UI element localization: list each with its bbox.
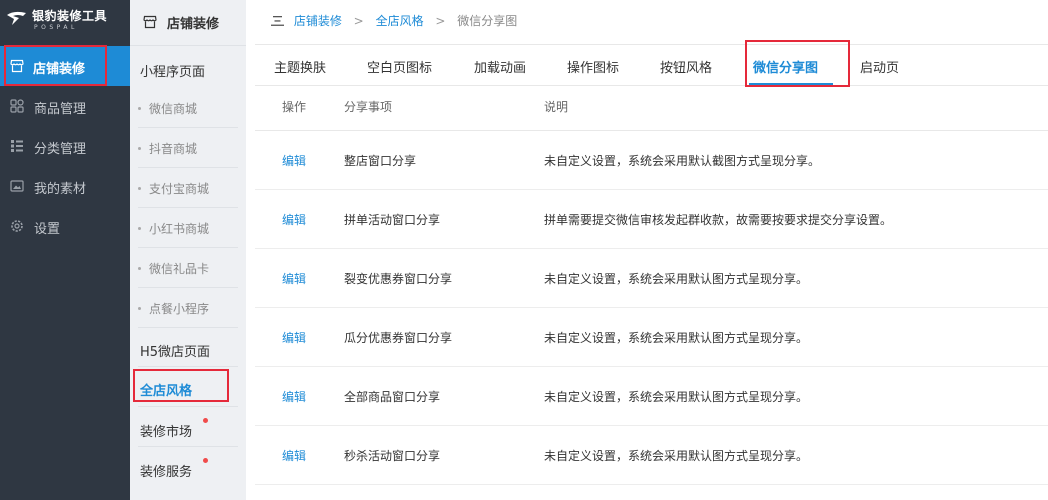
submenu-item-wechat-giftcard[interactable]: 微信礼品卡 — [138, 260, 209, 277]
tab-launch-page[interactable]: 启动页 — [860, 57, 899, 76]
sidebar-item-label: 分类管理 — [34, 142, 87, 157]
breadcrumb-separator: > — [435, 14, 446, 28]
share-description: 未自定义设置，系统会采用默认截图方式呈现分享。 — [544, 154, 821, 168]
sidebar-item-categories[interactable]: 分类管理 — [0, 126, 130, 166]
column-header-share-item: 分享事项 — [344, 100, 393, 114]
store-icon — [10, 59, 24, 73]
column-header-description: 说明 — [544, 100, 569, 114]
image-icon — [10, 180, 24, 192]
table-row: 编辑 裂变优惠券窗口分享 未自定义设置，系统会采用默认图方式呈现分享。 — [255, 249, 1048, 308]
breadcrumb-current: 微信分享图 — [457, 14, 518, 28]
table-row: 编辑 秒杀活动窗口分享 未自定义设置，系统会采用默认图方式呈现分享。 — [255, 426, 1048, 485]
logo-name: 银豹装修工具 — [32, 9, 108, 23]
secondary-menu-header: 店铺装修 — [130, 0, 246, 46]
sidebar-item-materials[interactable]: 我的素材 — [0, 166, 130, 206]
new-badge — [203, 418, 208, 423]
submenu-group-miniprogram[interactable]: 小程序页面 — [140, 61, 205, 80]
sidebar-item-products[interactable]: 商品管理 — [0, 86, 130, 126]
share-item: 裂变优惠券窗口分享 — [344, 272, 453, 286]
submenu-decoration-service[interactable]: 装修服务 — [140, 461, 192, 480]
edit-link[interactable]: 编辑 — [282, 270, 306, 287]
secondary-menu-title: 店铺装修 — [167, 17, 220, 32]
submenu-item-alipay-mall[interactable]: 支付宝商城 — [138, 180, 209, 197]
main-content: 店铺装修 > 全店风格 > 微信分享图 主题换肤 空白页图标 加载动画 操作图标… — [255, 0, 1048, 500]
submenu-group-h5[interactable]: H5微店页面 — [140, 341, 210, 360]
table-row: 编辑 瓜分优惠券窗口分享 未自定义设置，系统会采用默认图方式呈现分享。 — [255, 308, 1048, 367]
share-item: 瓜分优惠券窗口分享 — [344, 331, 453, 345]
main-sidebar: 银豹装修工具 POSPAL 店铺装修 商品管理 分类管理 我的素材 设置 — [0, 0, 130, 500]
sidebar-item-label: 店铺装修 — [33, 62, 86, 77]
share-description: 未自定义设置，系统会采用默认图方式呈现分享。 — [544, 449, 809, 463]
share-item: 全部商品窗口分享 — [344, 390, 441, 404]
active-tab-indicator — [749, 83, 833, 86]
tab-loading-animation[interactable]: 加载动画 — [474, 57, 526, 76]
table-row: 编辑 整店窗口分享 未自定义设置，系统会采用默认截图方式呈现分享。 — [255, 131, 1048, 190]
edit-link[interactable]: 编辑 — [282, 388, 306, 405]
list-icon — [11, 140, 23, 152]
tab-empty-page-icon[interactable]: 空白页图标 — [367, 57, 432, 76]
share-description: 未自定义设置，系统会采用默认图方式呈现分享。 — [544, 272, 809, 286]
submenu-item-douyin-mall[interactable]: 抖音商城 — [138, 140, 197, 157]
breadcrumb-separator: > — [353, 14, 364, 28]
submenu-item-ordering-miniprogram[interactable]: 点餐小程序 — [138, 300, 209, 317]
submenu-item-wechat-mall[interactable]: 微信商城 — [138, 100, 197, 117]
breadcrumb: 店铺装修 > 全店风格 > 微信分享图 — [271, 12, 517, 29]
gear-icon — [11, 220, 23, 232]
edit-link[interactable]: 编辑 — [282, 152, 306, 169]
edit-link[interactable]: 编辑 — [282, 211, 306, 228]
menu-icon[interactable] — [271, 15, 284, 26]
logo: 银豹装修工具 POSPAL — [0, 0, 130, 42]
new-badge — [203, 458, 208, 463]
tab-button-style[interactable]: 按钮风格 — [660, 57, 712, 76]
breadcrumb-store-style[interactable]: 全店风格 — [376, 14, 424, 28]
share-item: 秒杀活动窗口分享 — [344, 449, 441, 463]
sidebar-item-label: 商品管理 — [34, 102, 87, 117]
table-row: 编辑 拼单活动窗口分享 拼单需要提交微信审核发起群收款，故需要按要求提交分享设置… — [255, 190, 1048, 249]
edit-link[interactable]: 编辑 — [282, 447, 306, 464]
sidebar-item-label: 我的素材 — [34, 182, 87, 197]
tab-theme-skin[interactable]: 主题换肤 — [274, 57, 326, 76]
leopard-logo-icon — [7, 11, 26, 25]
style-tabs: 主题换肤 空白页图标 加载动画 操作图标 按钮风格 微信分享图 启动页 — [255, 44, 1048, 86]
share-description: 拼单需要提交微信审核发起群收款，故需要按要求提交分享设置。 — [544, 213, 893, 227]
tab-wechat-share-image[interactable]: 微信分享图 — [753, 57, 818, 76]
breadcrumb-store-decoration[interactable]: 店铺装修 — [294, 14, 342, 28]
secondary-menu: 店铺装修 小程序页面 微信商城 抖音商城 支付宝商城 小红书商城 微信礼品卡 点… — [130, 0, 246, 500]
sidebar-item-store-decoration[interactable]: 店铺装修 — [0, 46, 130, 86]
edit-link[interactable]: 编辑 — [282, 329, 306, 346]
share-item: 拼单活动窗口分享 — [344, 213, 441, 227]
column-header-operation: 操作 — [282, 100, 307, 114]
share-description: 未自定义设置，系统会采用默认图方式呈现分享。 — [544, 390, 809, 404]
logo-subtitle: POSPAL — [34, 24, 78, 31]
store-icon — [143, 15, 157, 29]
grid-icon — [10, 99, 24, 113]
table-row: 编辑 全部商品窗口分享 未自定义设置，系统会采用默认图方式呈现分享。 — [255, 367, 1048, 426]
tab-action-icons[interactable]: 操作图标 — [567, 57, 619, 76]
submenu-decoration-market[interactable]: 装修市场 — [140, 421, 192, 440]
submenu-group-store-style[interactable]: 全店风格 — [140, 380, 192, 399]
sidebar-item-label: 设置 — [34, 222, 61, 237]
share-item: 整店窗口分享 — [344, 154, 417, 168]
sidebar-item-settings[interactable]: 设置 — [0, 206, 130, 246]
submenu-item-xiaohongshu-mall[interactable]: 小红书商城 — [138, 220, 209, 237]
share-description: 未自定义设置，系统会采用默认图方式呈现分享。 — [544, 331, 809, 345]
